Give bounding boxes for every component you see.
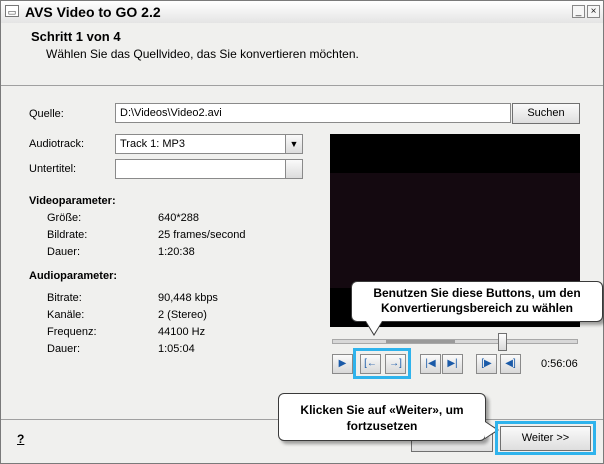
next-button[interactable]: Weiter >> bbox=[500, 426, 591, 451]
position-slider-track[interactable] bbox=[332, 339, 578, 344]
subtitle-dropdown-button[interactable] bbox=[285, 160, 302, 178]
selection-range bbox=[386, 340, 455, 343]
video-frame bbox=[330, 173, 580, 288]
title-bar: ▭ AVS Video to GO 2.2 _ × bbox=[1, 1, 603, 24]
audio-frequency-label: Frequenz: bbox=[47, 326, 97, 338]
video-framerate-label: Bildrate: bbox=[47, 229, 88, 241]
audio-duration-value: 1:05:04 bbox=[158, 343, 195, 355]
source-label: Quelle: bbox=[29, 108, 64, 120]
time-display: 0:56:06 bbox=[541, 358, 578, 370]
audio-channels-value: 2 (Stereo) bbox=[158, 309, 207, 321]
video-params-heading: Videoparameter: bbox=[29, 195, 116, 207]
play-icon[interactable]: ▶ bbox=[332, 354, 353, 374]
video-framerate-value: 25 frames/second bbox=[158, 229, 246, 241]
source-field[interactable]: D:\Videos\Video2.avi bbox=[115, 103, 511, 123]
audio-duration-label: Dauer: bbox=[47, 343, 81, 355]
range-tooltip-pointer-fill bbox=[366, 321, 382, 334]
video-size-value: 640*288 bbox=[158, 212, 199, 224]
range-buttons-tooltip: Benutzen Sie diese Buttons, um den Konve… bbox=[351, 281, 603, 322]
app-icon: ▭ bbox=[5, 5, 19, 17]
audio-frequency-value: 44100 Hz bbox=[158, 326, 206, 338]
subtitle-label: Untertitel: bbox=[29, 163, 77, 175]
go-to-mark-out-icon[interactable]: ◀] bbox=[500, 354, 521, 374]
search-button[interactable]: Suchen bbox=[512, 103, 580, 124]
video-duration-value: 1:20:38 bbox=[158, 246, 195, 258]
next-frame-icon[interactable]: ▶| bbox=[442, 354, 463, 374]
previous-frame-icon[interactable]: |◀ bbox=[420, 354, 441, 374]
help-link[interactable]: ? bbox=[17, 432, 24, 446]
range-buttons-tooltip-text: Benutzen Sie diese Buttons, um den Konve… bbox=[373, 286, 581, 315]
subtitle-select[interactable] bbox=[115, 159, 303, 179]
app-window: ▭ AVS Video to GO 2.2 _ × Schritt 1 von … bbox=[0, 0, 604, 464]
step-instruction: Wählen Sie das Quellvideo, das Sie konve… bbox=[46, 47, 359, 61]
video-size-label: Größe: bbox=[47, 212, 82, 224]
audio-bitrate-value: 90,448 kbps bbox=[158, 292, 218, 304]
audiotrack-select[interactable]: Track 1: MP3 ▼ bbox=[115, 134, 303, 154]
audiotrack-value: Track 1: MP3 bbox=[120, 138, 185, 150]
window-title: AVS Video to GO 2.2 bbox=[25, 4, 161, 20]
audio-bitrate-label: Bitrate: bbox=[47, 292, 82, 304]
audio-channels-label: Kanäle: bbox=[47, 309, 85, 321]
close-button[interactable]: × bbox=[587, 5, 600, 18]
step-header: Schritt 1 von 4 Wählen Sie das Quellvide… bbox=[1, 23, 603, 86]
audio-params-heading: Audioparameter: bbox=[29, 270, 118, 282]
next-tooltip-text: Klicken Sie auf «Weiter», um fortzusetze… bbox=[300, 403, 464, 433]
next-tooltip: Klicken Sie auf «Weiter», um fortzusetze… bbox=[278, 393, 486, 441]
step-indicator: Schritt 1 von 4 bbox=[31, 29, 121, 44]
chevron-down-icon[interactable]: ▼ bbox=[285, 135, 302, 153]
position-slider-thumb[interactable] bbox=[497, 333, 507, 351]
mark-buttons-highlight bbox=[353, 348, 411, 379]
go-to-mark-in-icon[interactable]: [▶ bbox=[476, 354, 497, 374]
minimize-button[interactable]: _ bbox=[572, 5, 585, 18]
video-duration-label: Dauer: bbox=[47, 246, 81, 258]
audiotrack-label: Audiotrack: bbox=[29, 138, 85, 150]
